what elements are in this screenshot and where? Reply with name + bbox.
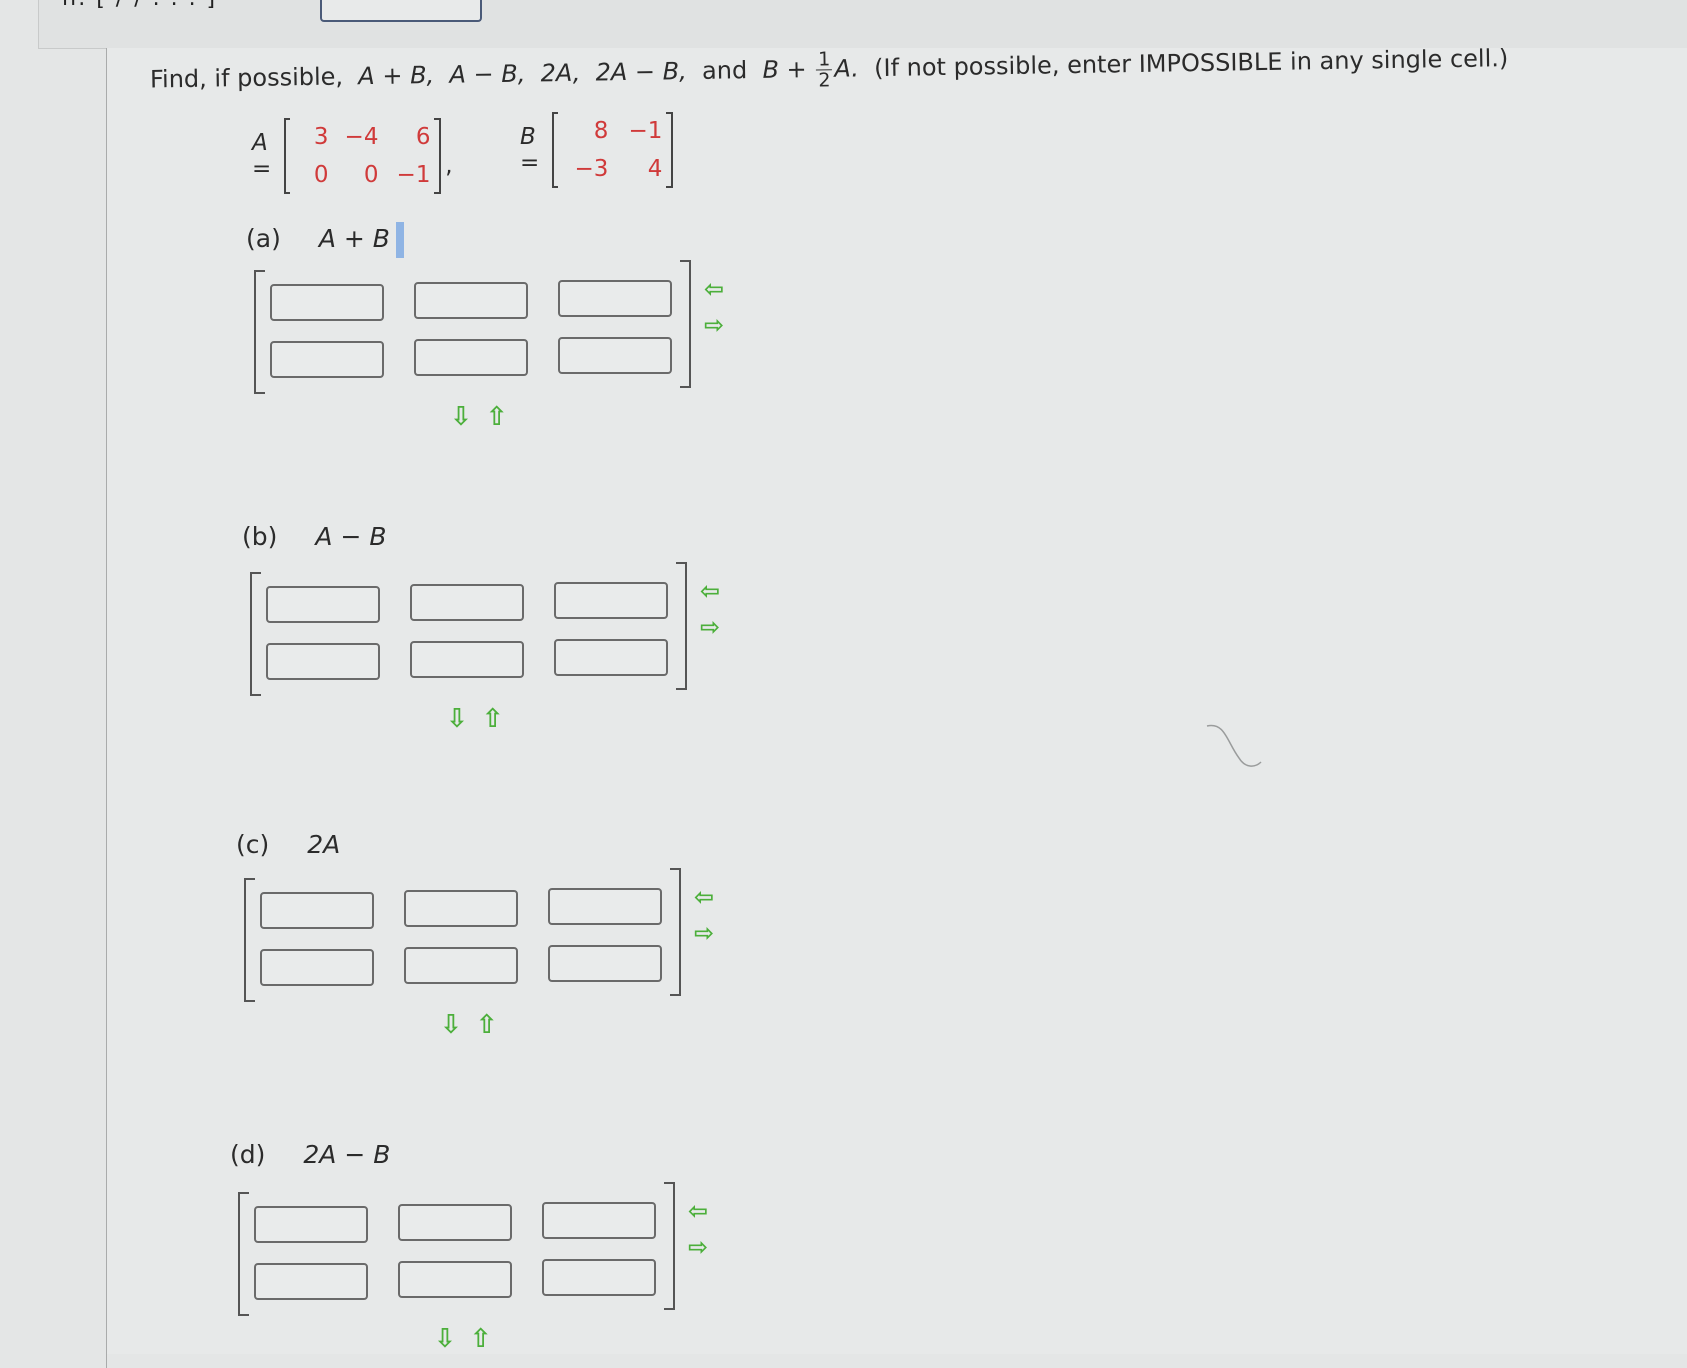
remove-column-arrow-icon[interactable]: ⇦ <box>704 277 724 301</box>
previous-question-text: ii. [ / / . . . ] <box>62 0 217 11</box>
matrix-b-entry: 8 <box>593 118 609 144</box>
row-controls: ⇩ ⇧ <box>440 1012 498 1038</box>
answer-right-bracket <box>670 868 681 996</box>
matrix-cell-input[interactable] <box>554 639 668 676</box>
remove-column-arrow-icon[interactable]: ⇦ <box>688 1199 708 1223</box>
prompt-expr-2a-minus-b: 2A − B, <box>595 57 687 87</box>
matrix-a-entry: 6 <box>415 124 431 150</box>
column-controls: ⇦ ⇨ <box>694 885 714 945</box>
answer-right-bracket <box>664 1182 675 1310</box>
matrix-cell-input[interactable] <box>542 1259 656 1296</box>
matrix-cell-input[interactable] <box>414 282 528 319</box>
row-controls: ⇩ ⇧ <box>450 404 508 430</box>
part-b-label: (b) A − B <box>242 522 387 551</box>
add-row-arrow-icon[interactable]: ⇩ <box>434 1326 456 1352</box>
matrix-b: B = 8 −1 −3 4 <box>520 112 674 188</box>
row-controls: ⇩ ⇧ <box>446 706 504 732</box>
add-column-arrow-icon[interactable]: ⇨ <box>704 313 724 337</box>
matrix-separator-comma: , <box>445 153 453 179</box>
matrix-cell-input[interactable] <box>270 284 384 321</box>
matrix-a-left-bracket <box>283 118 291 194</box>
prompt-expr5-post: A. <box>834 54 860 83</box>
content-divider <box>106 48 107 1368</box>
fraction-one-half: 1 2 <box>815 48 833 92</box>
matrix-cell-input[interactable] <box>410 641 524 678</box>
previous-answer-input[interactable] <box>320 0 482 22</box>
answer-right-bracket <box>680 260 691 388</box>
matrix-b-entries: 8 −1 −3 4 <box>558 116 666 184</box>
matrix-b-entry: −1 <box>628 118 663 144</box>
prompt-expr5-pre: B + <box>762 55 807 84</box>
matrix-cell-input[interactable] <box>404 890 518 927</box>
matrix-cell-input[interactable] <box>558 337 672 374</box>
remove-column-arrow-icon[interactable]: ⇦ <box>694 885 714 909</box>
remove-row-arrow-icon[interactable]: ⇧ <box>482 706 504 732</box>
column-controls: ⇦ ⇨ <box>688 1199 708 1259</box>
matrix-b-right-bracket <box>666 112 674 188</box>
matrix-b-name: B = <box>520 124 540 176</box>
matrix-cell-input[interactable] <box>260 892 374 929</box>
answer-left-bracket <box>244 878 255 1002</box>
matrix-cell-input[interactable] <box>266 643 380 680</box>
matrix-cell-input[interactable] <box>260 949 374 986</box>
part-d-label: (d) 2A − B <box>230 1140 391 1169</box>
matrix-b-entry: 4 <box>647 156 663 182</box>
text-cursor <box>395 222 404 258</box>
matrix-cell-input[interactable] <box>548 888 662 925</box>
matrix-cell-input[interactable] <box>254 1206 368 1243</box>
matrix-b-left-bracket <box>551 112 559 188</box>
matrix-a: A = 3 −4 6 0 0 −1 , <box>252 118 453 194</box>
matrix-a-entry: 3 <box>313 124 329 150</box>
prompt-expr-a-minus-b: A − B, <box>449 59 526 89</box>
remove-row-arrow-icon[interactable]: ⇧ <box>486 404 508 430</box>
answer-left-bracket <box>250 572 261 696</box>
matrix-a-entry: −1 <box>396 162 431 188</box>
matrix-cell-input[interactable] <box>542 1202 656 1239</box>
add-column-arrow-icon[interactable]: ⇨ <box>700 615 720 639</box>
matrix-cell-input[interactable] <box>548 945 662 982</box>
prompt-expr-a-plus-b: A + B, <box>358 61 435 91</box>
part-c-label: (c) 2A <box>236 830 341 859</box>
answer-left-bracket <box>238 1192 249 1316</box>
part-a-label: (a) A + B <box>246 222 404 258</box>
matrix-a-entries: 3 −4 6 0 0 −1 <box>290 122 434 190</box>
column-controls: ⇦ ⇨ <box>704 277 724 337</box>
matrix-cell-input[interactable] <box>414 339 528 376</box>
remove-row-arrow-icon[interactable]: ⇧ <box>476 1012 498 1038</box>
add-column-arrow-icon[interactable]: ⇨ <box>694 921 714 945</box>
add-row-arrow-icon[interactable]: ⇩ <box>446 706 468 732</box>
prompt-expr-2a: 2A, <box>540 58 581 88</box>
matrix-b-entry: −3 <box>574 156 609 182</box>
matrix-cell-input[interactable] <box>254 1263 368 1300</box>
matrix-a-entry: 0 <box>313 162 329 188</box>
matrix-cell-input[interactable] <box>398 1204 512 1241</box>
matrix-a-right-bracket <box>434 118 442 194</box>
matrix-cell-input[interactable] <box>558 280 672 317</box>
matrix-cell-input[interactable] <box>266 586 380 623</box>
prompt-note: (If not possible, enter IMPOSSIBLE in an… <box>873 44 1509 83</box>
matrix-cell-input[interactable] <box>398 1261 512 1298</box>
add-row-arrow-icon[interactable]: ⇩ <box>450 404 472 430</box>
matrix-a-entry: 0 <box>363 162 379 188</box>
matrix-a-entry: −4 <box>344 124 379 150</box>
row-controls: ⇩ ⇧ <box>434 1326 492 1352</box>
add-row-arrow-icon[interactable]: ⇩ <box>440 1012 462 1038</box>
screen-smudge <box>1206 724 1262 767</box>
column-controls: ⇦ ⇨ <box>700 579 720 639</box>
matrix-a-name: A = <box>252 130 272 182</box>
add-column-arrow-icon[interactable]: ⇨ <box>688 1235 708 1259</box>
prompt-and: and <box>701 56 748 85</box>
answer-right-bracket <box>676 562 687 690</box>
answer-left-bracket <box>254 270 265 394</box>
matrix-cell-input[interactable] <box>410 584 524 621</box>
matrix-cell-input[interactable] <box>404 947 518 984</box>
remove-column-arrow-icon[interactable]: ⇦ <box>700 579 720 603</box>
remove-row-arrow-icon[interactable]: ⇧ <box>470 1326 492 1352</box>
prompt-prefix: Find, if possible, <box>149 62 344 94</box>
matrix-cell-input[interactable] <box>554 582 668 619</box>
matrix-cell-input[interactable] <box>270 341 384 378</box>
